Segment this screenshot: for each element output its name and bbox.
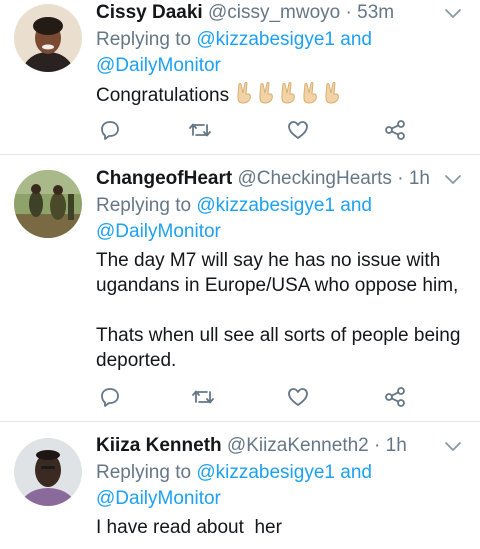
display-name[interactable]: Cissy Daaki xyxy=(96,2,203,23)
timestamp[interactable]: 53m xyxy=(357,2,394,23)
chevron-down-icon[interactable] xyxy=(444,173,462,185)
replying-and: and xyxy=(334,29,372,50)
separator: · xyxy=(368,435,386,456)
reply-icon[interactable] xyxy=(98,385,122,409)
tweet-2[interactable]: ChangeofHeart @CheckingHearts · 1h Reply… xyxy=(0,155,480,421)
avatar[interactable] xyxy=(14,170,82,238)
replying-to-line-2: @DailyMonitor xyxy=(96,486,460,512)
replying-and: and xyxy=(334,195,372,216)
mention-link[interactable]: @DailyMonitor xyxy=(96,221,221,242)
tweet-text-line xyxy=(96,298,460,323)
handle[interactable]: @CheckingHearts xyxy=(237,168,391,189)
timestamp[interactable]: 1h xyxy=(386,435,407,456)
tweet-1[interactable]: Cissy Daaki @cissy_mwoyo · 53m Replying … xyxy=(0,0,480,154)
mention-link[interactable]: @kizzabesigye1 xyxy=(196,462,335,483)
tweet-text: I have read about her xyxy=(96,515,460,540)
tweet-text: The day M7 will say he has no issue with… xyxy=(96,248,460,373)
avatar-image xyxy=(14,170,82,238)
avatar[interactable] xyxy=(14,4,82,72)
chevron-down-icon[interactable] xyxy=(444,7,462,19)
victory-hand-icon xyxy=(279,82,297,104)
retweet-icon[interactable] xyxy=(191,385,215,409)
handle[interactable]: @KiizaKenneth2 xyxy=(227,435,369,456)
tweet-header: ChangeofHeart @CheckingHearts · 1h xyxy=(96,166,440,192)
tweet-text-content: Congratulations xyxy=(96,85,230,106)
tweet-header: Kiiza Kenneth @KiizaKenneth2 · 1h xyxy=(96,433,440,459)
handle[interactable]: @cissy_mwoyo xyxy=(208,2,340,23)
replying-and: and xyxy=(334,462,372,483)
tweet-text-line: The day M7 will say he has no issue with xyxy=(96,250,441,271)
victory-hand-icon xyxy=(235,82,253,104)
share-icon[interactable] xyxy=(383,385,407,409)
tweet-3[interactable]: Kiiza Kenneth @KiizaKenneth2 · 1h Replyi… xyxy=(0,422,480,549)
mention-link[interactable]: @DailyMonitor xyxy=(96,55,221,76)
like-icon[interactable] xyxy=(286,385,310,409)
replying-to-line-1: Replying to @kizzabesigye1 and xyxy=(96,193,460,219)
tweet-actions xyxy=(96,118,416,142)
avatar[interactable] xyxy=(14,438,82,506)
avatar-image xyxy=(14,438,82,506)
mention-link[interactable]: @DailyMonitor xyxy=(96,488,221,509)
reply-icon[interactable] xyxy=(98,118,122,142)
replying-to-line-2: @DailyMonitor xyxy=(96,219,460,245)
replying-to-line-1: Replying to @kizzabesigye1 and xyxy=(96,460,460,486)
tweet-text-line: ugandans in Europe/USA who oppose him, xyxy=(96,275,459,296)
tweet-text-line: deported. xyxy=(96,350,177,371)
tweet-text-content: I have read about her xyxy=(96,517,282,538)
avatar-image xyxy=(14,4,82,72)
replying-prefix: Replying to xyxy=(96,195,197,216)
separator: · xyxy=(340,2,358,23)
mention-link[interactable]: @kizzabesigye1 xyxy=(196,195,335,216)
like-icon[interactable] xyxy=(286,118,310,142)
tweet-text-line: Thats when ull see all sorts of people b… xyxy=(96,325,461,346)
replying-prefix: Replying to xyxy=(96,29,197,50)
retweet-icon[interactable] xyxy=(188,118,212,142)
replying-to-line-1: Replying to @kizzabesigye1 and xyxy=(96,27,460,53)
replying-prefix: Replying to xyxy=(96,462,197,483)
tweet-text: Congratulations xyxy=(96,82,460,108)
timestamp[interactable]: 1h xyxy=(409,168,430,189)
tweet-actions xyxy=(96,385,416,409)
victory-hand-icon xyxy=(301,82,319,104)
victory-hand-icon xyxy=(323,82,341,104)
mention-link[interactable]: @kizzabesigye1 xyxy=(196,29,335,50)
chevron-down-icon[interactable] xyxy=(444,440,462,452)
display-name[interactable]: Kiiza Kenneth xyxy=(96,435,222,456)
replying-to-line-2: @DailyMonitor xyxy=(96,53,460,79)
share-icon[interactable] xyxy=(383,118,407,142)
victory-hand-icon xyxy=(257,82,275,104)
display-name[interactable]: ChangeofHeart xyxy=(96,168,232,189)
separator: · xyxy=(391,168,409,189)
tweet-header: Cissy Daaki @cissy_mwoyo · 53m xyxy=(96,0,440,26)
